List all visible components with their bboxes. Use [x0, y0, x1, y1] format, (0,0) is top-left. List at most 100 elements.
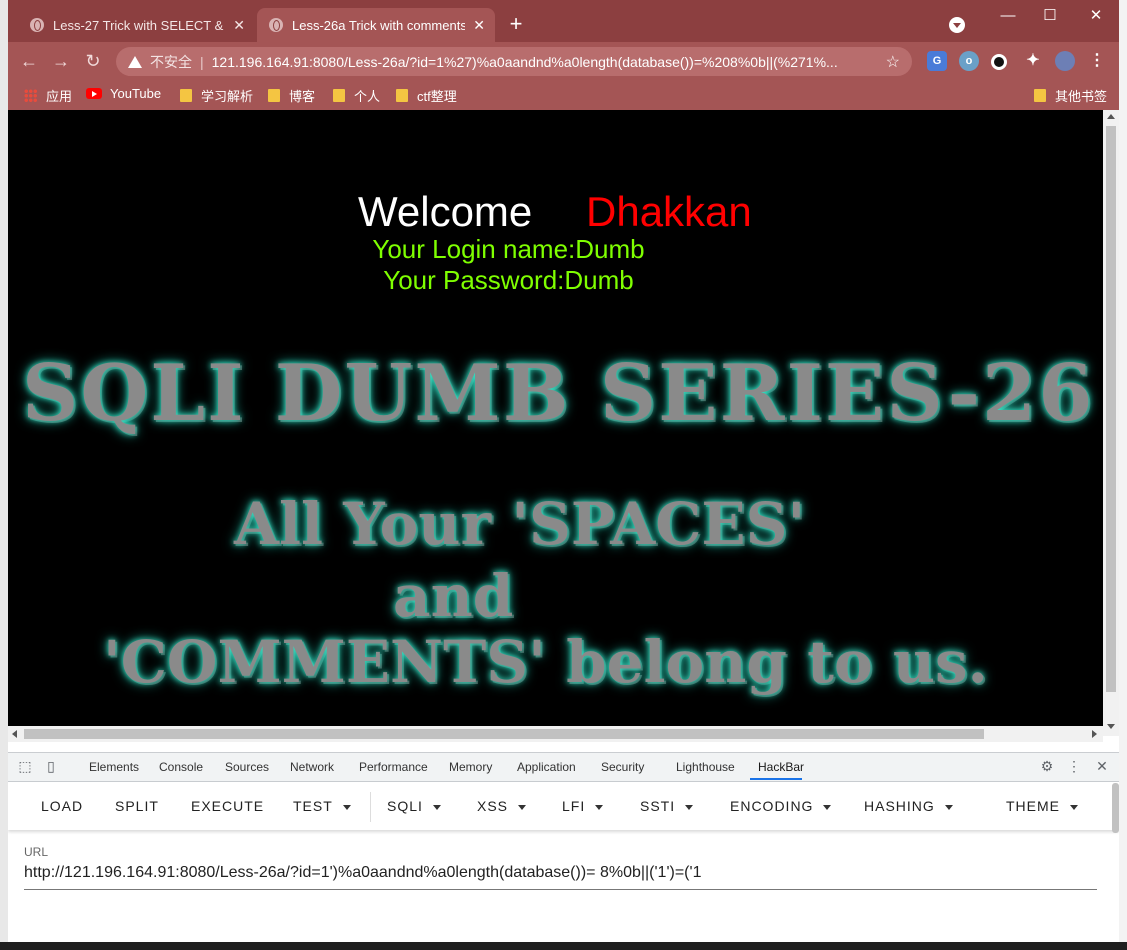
load-label: LOAD [41, 798, 84, 814]
tab-less-27[interactable]: Less-27 Trick with SELECT & U ✕ [18, 8, 255, 42]
close-tab-icon[interactable]: ✕ [473, 17, 485, 34]
bookmark-folder[interactable]: 个人 [333, 86, 380, 105]
tab-application[interactable]: Application [517, 760, 576, 774]
address-bar[interactable]: 不安全 | 121.196.164.91:8080/Less-26a/?id=1… [116, 47, 912, 76]
execute-button[interactable]: EXECUTE [191, 798, 264, 814]
close-icon[interactable]: ✕ [1095, 759, 1109, 773]
scroll-right-icon[interactable] [1092, 730, 1097, 738]
other-bookmarks[interactable]: 其他书签 [1034, 86, 1107, 105]
tab-security[interactable]: Security [601, 760, 644, 774]
url-field[interactable]: http://121.196.164.91:8080/Less-26a/?id=… [24, 864, 701, 882]
tab-elements[interactable]: Elements [89, 760, 139, 774]
gear-icon[interactable]: ⚙ [1040, 759, 1054, 773]
lfi-dropdown[interactable]: LFI [562, 798, 604, 814]
translate-extension-icon[interactable]: G [927, 51, 947, 71]
tab-memory[interactable]: Memory [449, 760, 492, 774]
test-label: TEST [293, 798, 333, 814]
bookmark-label: 学习解析 [201, 89, 254, 104]
tab-performance[interactable]: Performance [359, 760, 428, 774]
inspect-element-icon[interactable]: ⬚ [18, 759, 32, 773]
url-field-label: URL [24, 845, 49, 859]
tab-hackbar[interactable]: HackBar [758, 760, 804, 774]
bookmark-label: YouTube [110, 86, 162, 101]
tab-sources[interactable]: Sources [225, 760, 269, 774]
banner-line: and [393, 562, 514, 630]
tab-less-26a[interactable]: Less-26a Trick with comments ✕ [257, 8, 495, 42]
more-options-icon[interactable]: ⋮ [1067, 759, 1081, 773]
welcome-text: Welcome [358, 188, 533, 235]
tab-search-dropdown-icon[interactable] [949, 17, 965, 33]
split-button[interactable]: SPLIT [115, 798, 159, 814]
browser-toolbar: ← → ↻ 不安全 | 121.196.164.91:8080/Less-26a… [8, 42, 1119, 80]
tab-lighthouse[interactable]: Lighthouse [676, 760, 735, 774]
horizontal-scrollbar[interactable] [8, 726, 1103, 742]
scroll-down-icon[interactable] [1107, 724, 1115, 729]
warning-icon [128, 55, 142, 68]
hashing-dropdown[interactable]: HASHING [864, 798, 953, 814]
xss-label: XSS [477, 798, 509, 814]
folder-icon [333, 89, 345, 102]
sqli-label: SQLI [387, 798, 423, 814]
insecure-label: 不安全 [150, 53, 192, 70]
hackbar-scrollbar-thumb[interactable] [1112, 783, 1119, 833]
bookmark-label: 应用 [46, 89, 73, 104]
encoding-dropdown[interactable]: ENCODING [730, 798, 832, 814]
bookmark-apps[interactable]: 应用 [24, 86, 72, 105]
browser-window: Less-27 Trick with SELECT & U ✕ Less-26a… [8, 0, 1119, 942]
owl-extension-icon[interactable]: o [959, 51, 979, 71]
encoding-label: ENCODING [730, 798, 814, 814]
page-content: Welcome Dhakkan Your Login name:Dumb You… [8, 110, 1119, 736]
new-tab-button[interactable]: + [504, 12, 528, 36]
minimize-button[interactable]: — [993, 6, 1023, 26]
tab-network[interactable]: Network [290, 760, 334, 774]
scrollbar-thumb[interactable] [24, 729, 984, 739]
maximize-button[interactable]: ☐ [1035, 6, 1065, 26]
banner-title-image: SQLI DUMB SERIES-26 [22, 348, 1095, 439]
globe-icon [30, 18, 44, 32]
devtools-panel: ⬚ ▯ Elements Console Sources Network Per… [8, 752, 1119, 942]
tab-title: Less-26a Trick with comments [292, 17, 466, 33]
scroll-up-icon[interactable] [1107, 114, 1115, 119]
address-url[interactable]: 121.196.164.91:8080/Less-26a/?id=1%27)%a… [212, 54, 886, 70]
background-window-edge-right [1119, 0, 1127, 950]
sqli-dropdown[interactable]: SQLI [387, 798, 441, 814]
menu-kebab-icon[interactable]: ⋮ [1087, 51, 1107, 71]
bookmark-folder[interactable]: 学习解析 [180, 86, 253, 105]
close-window-button[interactable]: ✕ [1081, 6, 1111, 26]
hashing-label: HASHING [864, 798, 935, 814]
tab-strip: Less-27 Trick with SELECT & U ✕ Less-26a… [8, 0, 1119, 42]
apps-icon [24, 89, 37, 102]
extensions-puzzle-icon[interactable]: ✦ [1023, 51, 1043, 71]
scrollbar-thumb[interactable] [1106, 126, 1116, 692]
chevron-down-icon [518, 804, 527, 810]
url-field-underline [24, 889, 1097, 890]
address-separator: | [200, 53, 204, 70]
chevron-down-icon [944, 804, 953, 810]
reload-icon[interactable]: ↻ [80, 48, 106, 74]
bookmark-folder[interactable]: ctf整理 [396, 86, 457, 105]
bookmark-youtube[interactable]: YouTube [86, 86, 161, 101]
vertical-scrollbar[interactable] [1103, 110, 1119, 736]
ssti-label: SSTI [640, 798, 676, 814]
device-toolbar-icon[interactable]: ▯ [44, 759, 58, 773]
avatar[interactable] [1055, 51, 1075, 71]
load-button[interactable]: LOAD [41, 798, 83, 814]
bookmark-star-icon[interactable]: ☆ [886, 52, 900, 72]
forward-arrow-icon[interactable]: → [48, 48, 74, 74]
ssti-dropdown[interactable]: SSTI [640, 798, 694, 814]
ring-extension-icon[interactable] [991, 54, 1007, 70]
bookmark-folder[interactable]: 博客 [268, 86, 315, 105]
xss-dropdown[interactable]: XSS [477, 798, 527, 814]
bookmarks-bar: 应用 YouTube 学习解析 博客 个人 ctf整理 其他书签 [8, 80, 1119, 110]
youtube-icon [86, 88, 102, 99]
back-arrow-icon[interactable]: ← [16, 48, 42, 74]
theme-label: THEME [1006, 798, 1060, 814]
globe-icon [269, 18, 283, 32]
test-dropdown[interactable]: TEST [293, 798, 351, 814]
split-label: SPLIT [115, 798, 159, 814]
banner-line: All Your 'SPACES' [234, 490, 806, 558]
theme-dropdown[interactable]: THEME [1006, 798, 1078, 814]
tab-console[interactable]: Console [159, 760, 203, 774]
close-tab-icon[interactable]: ✕ [233, 17, 245, 34]
scroll-left-icon[interactable] [12, 730, 17, 738]
